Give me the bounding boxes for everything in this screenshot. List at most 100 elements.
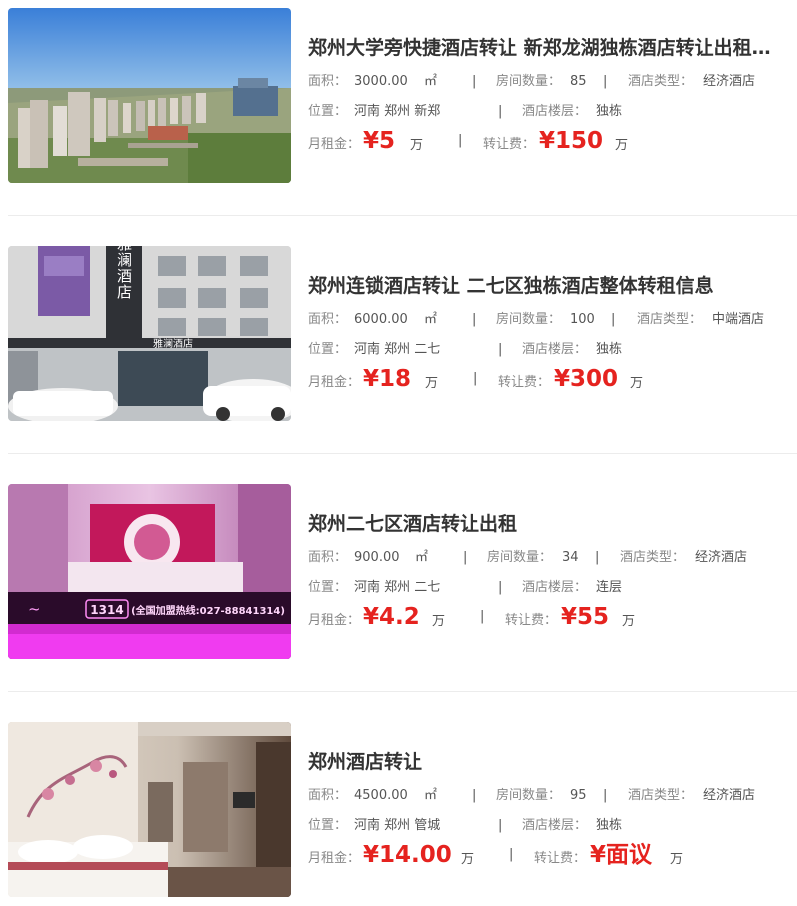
listing-price-row: 月租金： ¥14.00 万 | 转让费： ¥面议 万 (308, 839, 797, 871)
area-label: 面积： (308, 788, 348, 803)
fee-value: ¥300 (554, 366, 619, 392)
rent-unit: 万 (425, 376, 439, 391)
listing-price-row: 月租金： ¥18 万 | 转让费： ¥300 万 (308, 363, 797, 395)
location-label: 位置： (308, 104, 348, 119)
type-value: 经济酒店 (695, 550, 748, 565)
separator: | (509, 847, 514, 862)
location-label: 位置： (308, 818, 348, 833)
separator: | (463, 550, 468, 565)
separator: | (603, 74, 608, 89)
listing-title[interactable]: 郑州二七区酒店转让出租 (308, 510, 797, 538)
separator: | (595, 550, 600, 565)
listing-attrs-row-2: 位置： 河南 郑州 管城 | 酒店楼层： 独栋 (308, 816, 797, 836)
rent-label: 月租金： (308, 375, 361, 390)
listing-thumbnail-hotel-facade[interactable]: 雅澜酒店 雅澜酒店 (8, 246, 291, 421)
fee-unit: 万 (630, 376, 644, 391)
floor-value: 独栋 (596, 342, 623, 357)
separator: | (498, 818, 503, 833)
separator: | (498, 342, 503, 357)
separator: | (472, 788, 477, 803)
rent-label: 月租金： (308, 613, 361, 628)
type-value: 中端酒店 (712, 312, 765, 327)
listing-attrs-row-1: 面积： 4500.00 ㎡ | 房间数量： 95 | 酒店类型： 经济酒店 (308, 786, 797, 806)
hotel-facade-photo: 雅澜酒店 雅澜酒店 (8, 246, 291, 421)
list-divider (8, 215, 797, 216)
type-label: 酒店类型： (628, 788, 694, 803)
listing-info: 郑州酒店转让 面积： 4500.00 ㎡ | 房间数量： 95 | 酒店类型： … (308, 722, 797, 897)
listing-price-row: 月租金： ¥5 万 | 转让费： ¥150 万 (308, 125, 797, 157)
area-unit: ㎡ (424, 788, 438, 803)
listing-attrs-row-1: 面积： 3000.00 ㎡ | 房间数量： 85 | 酒店类型： 经济酒店 (308, 72, 797, 92)
separator: | (473, 371, 478, 386)
rent-unit: 万 (410, 138, 424, 153)
rent-value: ¥5 (363, 128, 396, 154)
fee-value: ¥150 (539, 128, 604, 154)
fee-label: 转让费： (498, 375, 551, 390)
fee-value: ¥面议 (590, 842, 653, 868)
listing-card[interactable]: 雅澜酒店 雅澜酒店 郑州连锁酒店转让 二七区独栋酒店整体转租信息 面积： 600… (0, 246, 797, 421)
rooms-label: 房间数量： (496, 74, 562, 89)
fee-value: ¥55 (561, 604, 610, 630)
floor-label: 酒店楼层： (522, 818, 588, 833)
rent-label: 月租金： (308, 137, 361, 152)
listing-info: 郑州二七区酒店转让出租 面积： 900.00 ㎡ | 房间数量： 34 | 酒店… (308, 484, 797, 659)
floor-value: 独栋 (596, 818, 623, 833)
type-label: 酒店类型： (628, 74, 694, 89)
fee-unit: 万 (615, 138, 629, 153)
neon-sign-hotline: (全国加盟热线:027-88841314) (131, 604, 285, 617)
listing-thumbnail-city-aerial[interactable] (8, 8, 291, 183)
hotel-listing-list: 郑州大学旁快捷酒店转让 新郑龙湖独栋酒店转让出租… 面积： 3000.00 ㎡ … (0, 0, 797, 906)
listing-attrs-row-2: 位置： 河南 郑州 二七 | 酒店楼层： 连层 (308, 578, 797, 598)
area-label: 面积： (308, 74, 348, 89)
listing-info: 郑州连锁酒店转让 二七区独栋酒店整体转租信息 面积： 6000.00 ㎡ | 房… (308, 246, 797, 421)
listing-title[interactable]: 郑州酒店转让 (308, 748, 797, 776)
neon-sign-number: 1314 (90, 603, 123, 617)
area-value: 4500.00 (354, 788, 408, 803)
fee-label: 转让费： (505, 613, 558, 628)
location-value: 河南 郑州 新郑 (354, 104, 441, 119)
floor-value: 连层 (596, 580, 623, 595)
rent-label: 月租金： (308, 851, 361, 866)
floor-label: 酒店楼层： (522, 104, 588, 119)
rooms-value: 85 (570, 74, 587, 89)
location-label: 位置： (308, 580, 348, 595)
listing-title[interactable]: 郑州大学旁快捷酒店转让 新郑龙湖独栋酒店转让出租… (308, 34, 797, 62)
location-value: 河南 郑州 管城 (354, 818, 441, 833)
city-aerial-photo (8, 8, 291, 183)
listing-attrs-row-2: 位置： 河南 郑州 新郑 | 酒店楼层： 独栋 (308, 102, 797, 122)
pink-reception-photo: ~ 1314 (全国加盟热线:027-88841314) (8, 484, 291, 659)
rent-unit: 万 (432, 614, 446, 629)
rent-value: ¥18 (363, 366, 412, 392)
area-label: 面积： (308, 312, 348, 327)
hotel-room-photo (8, 722, 291, 897)
fee-unit: 万 (670, 852, 684, 867)
listing-card[interactable]: ~ 1314 (全国加盟热线:027-88841314) 郑州二七区酒店转让出租… (0, 484, 797, 659)
area-unit: ㎡ (424, 74, 438, 89)
rooms-label: 房间数量： (496, 788, 562, 803)
separator: | (498, 580, 503, 595)
listing-thumbnail-hotel-room[interactable] (8, 722, 291, 897)
rooms-label: 房间数量： (487, 550, 553, 565)
location-label: 位置： (308, 342, 348, 357)
floor-label: 酒店楼层： (522, 580, 588, 595)
separator: | (603, 788, 608, 803)
rooms-label: 房间数量： (496, 312, 562, 327)
type-label: 酒店类型： (637, 312, 703, 327)
list-divider (8, 691, 797, 692)
list-divider (8, 453, 797, 454)
floor-value: 独栋 (596, 104, 623, 119)
hotel-sign-vertical: 雅澜酒店 (115, 246, 133, 300)
listing-thumbnail-pink-reception[interactable]: ~ 1314 (全国加盟热线:027-88841314) (8, 484, 291, 659)
listing-title[interactable]: 郑州连锁酒店转让 二七区独栋酒店整体转租信息 (308, 272, 797, 300)
type-value: 经济酒店 (703, 788, 756, 803)
floor-label: 酒店楼层： (522, 342, 588, 357)
area-value: 6000.00 (354, 312, 408, 327)
area-label: 面积： (308, 550, 348, 565)
separator: | (458, 133, 463, 148)
area-value: 900.00 (354, 550, 400, 565)
listing-card[interactable]: 郑州酒店转让 面积： 4500.00 ㎡ | 房间数量： 95 | 酒店类型： … (0, 722, 797, 897)
listing-card[interactable]: 郑州大学旁快捷酒店转让 新郑龙湖独栋酒店转让出租… 面积： 3000.00 ㎡ … (0, 8, 797, 183)
rooms-value: 34 (562, 550, 579, 565)
rooms-value: 95 (570, 788, 587, 803)
fee-unit: 万 (622, 614, 636, 629)
